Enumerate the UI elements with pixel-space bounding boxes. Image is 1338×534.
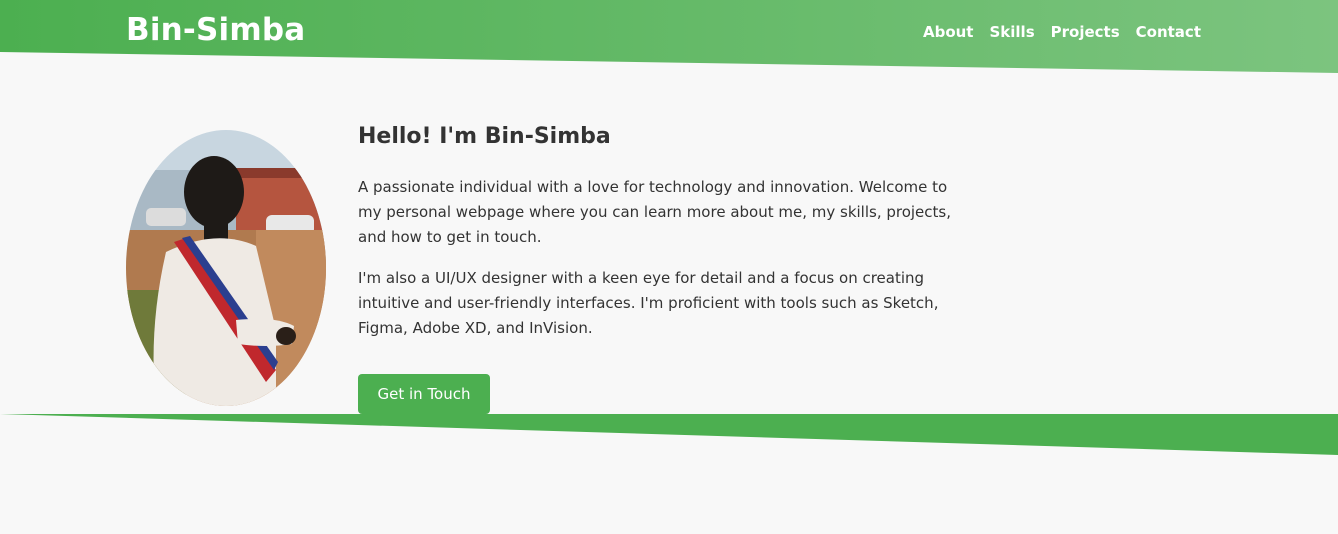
hero-title: Hello! I'm Bin-Simba [358, 124, 611, 149]
page: Bin-Simba About Skills Projects Contact [0, 0, 1338, 534]
hero-intro-paragraph: A passionate individual with a love for … [358, 178, 951, 246]
hero-content: Hello! I'm Bin-Simba A passionate indivi… [358, 124, 968, 357]
main-nav: About Skills Projects Contact [923, 23, 1201, 41]
get-in-touch-button[interactable]: Get in Touch [358, 374, 490, 414]
nav-link-projects[interactable]: Projects [1051, 23, 1120, 41]
profile-photo [126, 130, 326, 406]
profile-photo-illustration [126, 130, 326, 406]
hero-design-paragraph: I'm also a UI/UX designer with a keen ey… [358, 269, 939, 337]
nav-link-contact[interactable]: Contact [1136, 23, 1201, 41]
section-divider-band [0, 414, 1338, 455]
brand-logo[interactable]: Bin-Simba [126, 12, 305, 48]
nav-link-about[interactable]: About [923, 23, 974, 41]
nav-link-skills[interactable]: Skills [989, 23, 1034, 41]
